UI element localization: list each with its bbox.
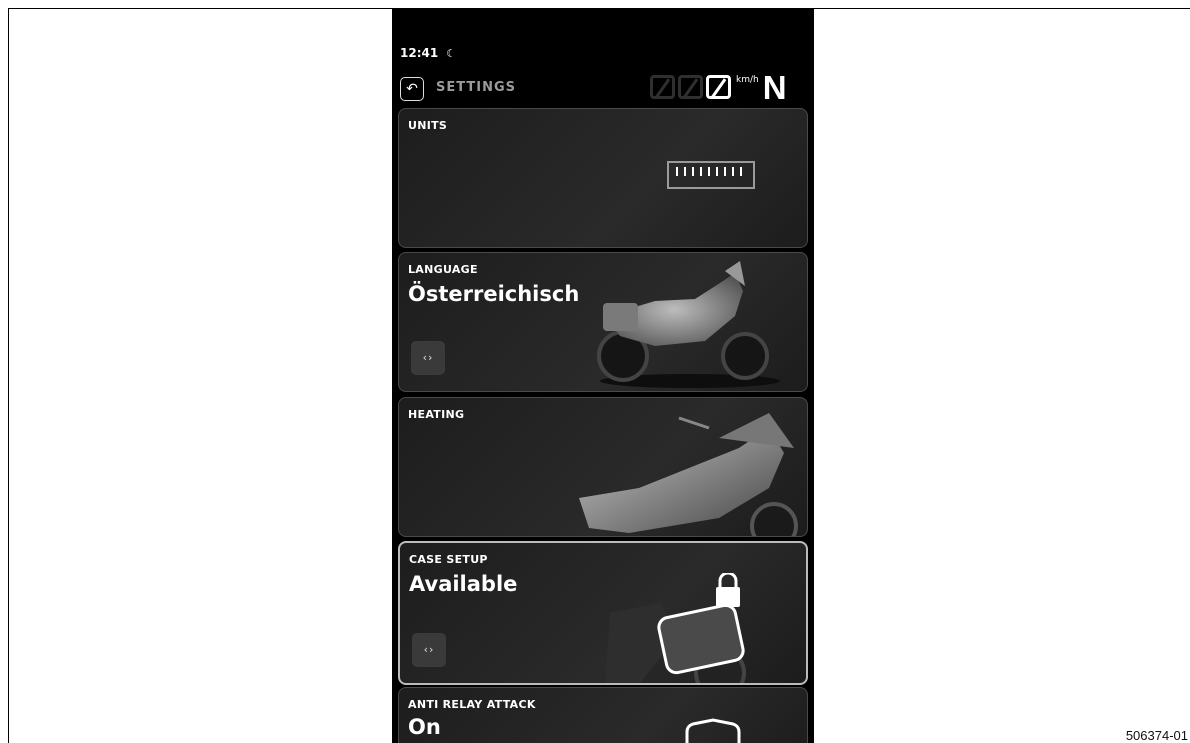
back-arrow-icon: ↶ — [406, 81, 418, 97]
speed-digit — [706, 75, 731, 99]
motorcycle-image — [579, 413, 798, 536]
figure-number: 506374-01 — [1125, 728, 1188, 743]
card-value: On — [408, 715, 441, 739]
card-value: Available — [409, 572, 518, 596]
speed-digit-inactive — [650, 75, 675, 99]
speedometer: km/h N — [650, 69, 787, 107]
settings-card-language[interactable]: LANGUAGE Österreichisch ‹› — [398, 252, 808, 392]
change-case-setup-button[interactable]: ‹› — [412, 633, 446, 667]
settings-card-case-setup[interactable]: CASE SETUP Available ‹› — [398, 541, 808, 685]
change-language-button[interactable]: ‹› — [411, 341, 445, 375]
card-label: LANGUAGE — [408, 263, 478, 276]
shield-icon — [685, 718, 741, 743]
dashboard-screen: 12:41 ☾ ↶ SETTINGS km/h N UNITS LANGUAGE … — [392, 9, 814, 743]
moon-icon: ☾ — [446, 47, 457, 60]
back-button[interactable]: ↶ — [400, 77, 424, 101]
card-label: CASE SETUP — [409, 553, 488, 566]
page-title: SETTINGS — [436, 80, 517, 95]
gear-indicator: N — [762, 69, 787, 106]
case-lock-image — [605, 573, 746, 683]
settings-card-units[interactable]: UNITS — [398, 108, 808, 248]
card-label: HEATING — [408, 408, 465, 421]
ruler-icon — [667, 161, 755, 189]
clock: 12:41 — [400, 46, 439, 60]
card-label: UNITS — [408, 119, 448, 132]
settings-card-anti-relay-attack[interactable]: ANTI RELAY ATTACK On — [398, 687, 808, 743]
speed-digit-inactive — [678, 75, 703, 99]
card-value: Österreichisch — [408, 282, 580, 306]
settings-card-heating[interactable]: HEATING — [398, 397, 808, 537]
card-label: ANTI RELAY ATTACK — [408, 698, 536, 711]
status-bar: 12:41 ☾ — [400, 46, 456, 60]
motorcycle-image — [597, 261, 780, 388]
speed-unit: km/h — [736, 75, 759, 85]
